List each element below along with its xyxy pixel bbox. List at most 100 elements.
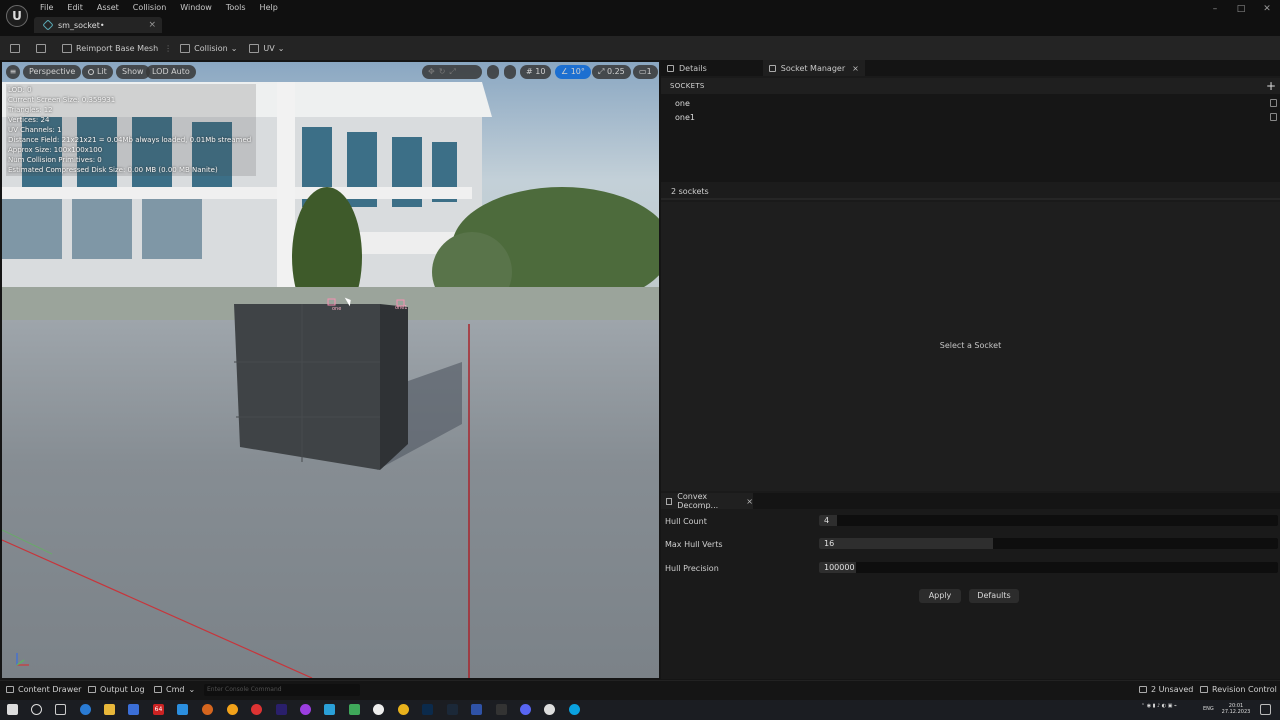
max-hull-verts-slider[interactable]: 16 bbox=[819, 538, 1278, 549]
asset-tab-label: sm_socket• bbox=[58, 20, 105, 30]
hull-precision-label: Hull Precision bbox=[665, 564, 719, 573]
app-blue-icon[interactable] bbox=[324, 704, 335, 715]
close-tab-icon[interactable]: × bbox=[746, 497, 753, 506]
stat-vertices: Vertices: 24 bbox=[8, 116, 50, 124]
app-orange-icon[interactable] bbox=[227, 704, 238, 715]
hull-precision-slider[interactable]: 100000 bbox=[819, 562, 1278, 573]
edge-icon[interactable] bbox=[80, 704, 91, 715]
menu-collision[interactable]: Collision bbox=[133, 2, 167, 14]
max-hull-verts-row: Max Hull Verts 16 bbox=[661, 537, 1280, 551]
skype-icon[interactable] bbox=[569, 704, 580, 715]
transform-tools[interactable]: ✥↻⤢ bbox=[422, 65, 482, 79]
surface-snap-icon[interactable] bbox=[487, 65, 499, 79]
unreal-logo-icon[interactable]: U bbox=[6, 5, 28, 27]
output-log-button[interactable]: Output Log bbox=[88, 685, 145, 694]
axis-gizmo-icon bbox=[16, 653, 29, 666]
windows-taskbar: 64 ⌃ ◉ ▮ ♪ ◐ ▣ ⌁ ENG 20:01 27.12.2023 bbox=[0, 700, 1280, 720]
grid-snap-button[interactable]: # 10 bbox=[520, 65, 552, 79]
windows-start-icon[interactable] bbox=[7, 704, 18, 715]
save-button[interactable] bbox=[10, 36, 24, 60]
menu-tools[interactable]: Tools bbox=[226, 2, 246, 14]
socket-count: 2 sockets bbox=[671, 187, 709, 196]
revision-control-button[interactable]: Revision Control bbox=[1200, 685, 1277, 694]
unreal-taskbar-icon[interactable] bbox=[544, 704, 555, 715]
content-drawer-button[interactable]: Content Drawer bbox=[6, 685, 81, 694]
scale-snap-button[interactable]: ⤢ 0.25 bbox=[592, 65, 631, 79]
app-red-icon[interactable] bbox=[251, 704, 262, 715]
tab-socket-manager[interactable]: Socket Manager × bbox=[762, 60, 865, 76]
yandex-icon[interactable] bbox=[373, 704, 384, 715]
store-icon[interactable] bbox=[128, 704, 139, 715]
tab-socket-manager-label: Socket Manager bbox=[780, 63, 846, 73]
socket-copy-icon[interactable] bbox=[1270, 99, 1277, 107]
defaults-button[interactable]: Defaults bbox=[969, 589, 1019, 603]
browse-button[interactable] bbox=[36, 36, 50, 60]
task-view-icon[interactable] bbox=[55, 704, 66, 715]
reimport-button[interactable]: Reimport Base Mesh bbox=[62, 36, 158, 60]
language-indicator[interactable]: ENG bbox=[1203, 706, 1214, 712]
notifications-icon[interactable] bbox=[1260, 704, 1271, 715]
photoshop-icon[interactable] bbox=[422, 704, 433, 715]
lod-button[interactable]: LOD Auto bbox=[146, 65, 196, 79]
uv-dropdown[interactable]: UV ⌄ bbox=[249, 36, 284, 60]
socket-details-area: Select a Socket bbox=[661, 202, 1280, 491]
menu-window[interactable]: Window bbox=[180, 2, 212, 14]
blender-icon[interactable] bbox=[202, 704, 213, 715]
minimize-icon[interactable]: – bbox=[1202, 4, 1228, 14]
maximize-icon[interactable]: □ bbox=[1228, 4, 1254, 14]
app-64-icon[interactable]: 64 bbox=[153, 704, 164, 715]
max-hull-verts-value: 16 bbox=[824, 539, 835, 548]
convex-decomposition-panel: Hull Count 4 Max Hull Verts 16 Hull Prec… bbox=[661, 509, 1280, 679]
unsaved-label: 2 Unsaved bbox=[1151, 685, 1194, 694]
menu-file[interactable]: File bbox=[40, 2, 53, 14]
cmd-dropdown[interactable]: Cmd ⌄ bbox=[154, 685, 195, 694]
app-purple-icon[interactable] bbox=[300, 704, 311, 715]
tab-details[interactable]: Details bbox=[667, 60, 707, 76]
close-window-icon[interactable]: ✕ bbox=[1254, 4, 1280, 14]
view-mode-button[interactable]: Lit bbox=[82, 65, 113, 79]
add-socket-icon[interactable]: + bbox=[1266, 79, 1276, 93]
menu-help[interactable]: Help bbox=[260, 2, 278, 14]
collision-dropdown[interactable]: Collision ⌄ bbox=[180, 36, 237, 60]
grid-snap-value: 10 bbox=[535, 67, 546, 76]
viewport-options-button[interactable]: ≡ bbox=[6, 65, 20, 79]
rotation-snap-button[interactable]: ∠ 10° bbox=[555, 65, 591, 79]
chrome-icon[interactable] bbox=[398, 704, 409, 715]
camera-speed-button[interactable]: ▭1 bbox=[633, 65, 658, 79]
hamburger-icon: ≡ bbox=[9, 67, 17, 76]
close-tab-icon[interactable]: × bbox=[852, 64, 859, 73]
hull-count-slider[interactable]: 4 bbox=[819, 515, 1278, 526]
steam-icon[interactable] bbox=[447, 704, 458, 715]
console-input[interactable]: Enter Console Command bbox=[204, 684, 360, 696]
mesh-stats-overlay: LOD: 0 Current Screen Size: 0.359931 Tri… bbox=[6, 84, 256, 176]
list-item[interactable]: one bbox=[661, 96, 1280, 110]
app-green-icon[interactable] bbox=[349, 704, 360, 715]
perspective-button[interactable]: Perspective bbox=[23, 65, 82, 79]
apply-button[interactable]: Apply bbox=[919, 589, 961, 603]
tab-convex-decomposition[interactable]: Convex Decomp... × bbox=[661, 492, 753, 510]
clock[interactable]: 20:01 27.12.2023 bbox=[1221, 703, 1251, 715]
discord-icon[interactable] bbox=[520, 704, 531, 715]
premiere-icon[interactable] bbox=[276, 704, 287, 715]
file-explorer-icon[interactable] bbox=[104, 704, 115, 715]
menu-asset[interactable]: Asset bbox=[97, 2, 119, 14]
list-item[interactable]: one1 bbox=[661, 110, 1280, 124]
unsaved-button[interactable]: 2 Unsaved bbox=[1139, 685, 1193, 694]
socket-copy-icon[interactable] bbox=[1270, 113, 1277, 121]
save-icon bbox=[10, 43, 20, 53]
toolbar-kebab-icon[interactable]: ⋮ bbox=[164, 44, 172, 53]
system-tray-icons[interactable]: ⌃ ◉ ▮ ♪ ◐ ▣ ⌁ bbox=[1128, 703, 1190, 709]
mesh-viewport[interactable]: one one1 ≡ Perspective Lit Show LOD Auto… bbox=[2, 62, 659, 678]
mail-icon[interactable] bbox=[177, 704, 188, 715]
menu-edit[interactable]: Edit bbox=[67, 2, 83, 14]
show-button[interactable]: Show bbox=[116, 65, 150, 79]
asset-tab[interactable]: sm_socket• × bbox=[34, 17, 162, 33]
app-dark-icon[interactable] bbox=[496, 704, 507, 715]
world-local-icon[interactable] bbox=[504, 65, 516, 79]
asset-toolbar: Reimport Base Mesh ⋮ Collision ⌄ UV ⌄ bbox=[0, 36, 1280, 60]
app-navy-icon[interactable] bbox=[471, 704, 482, 715]
status-bar: Content Drawer Output Log Cmd ⌄ Enter Con… bbox=[0, 680, 1280, 700]
close-tab-icon[interactable]: × bbox=[148, 20, 156, 30]
sockets-header: SOCKETS + bbox=[661, 78, 1280, 94]
search-icon[interactable] bbox=[31, 704, 42, 715]
